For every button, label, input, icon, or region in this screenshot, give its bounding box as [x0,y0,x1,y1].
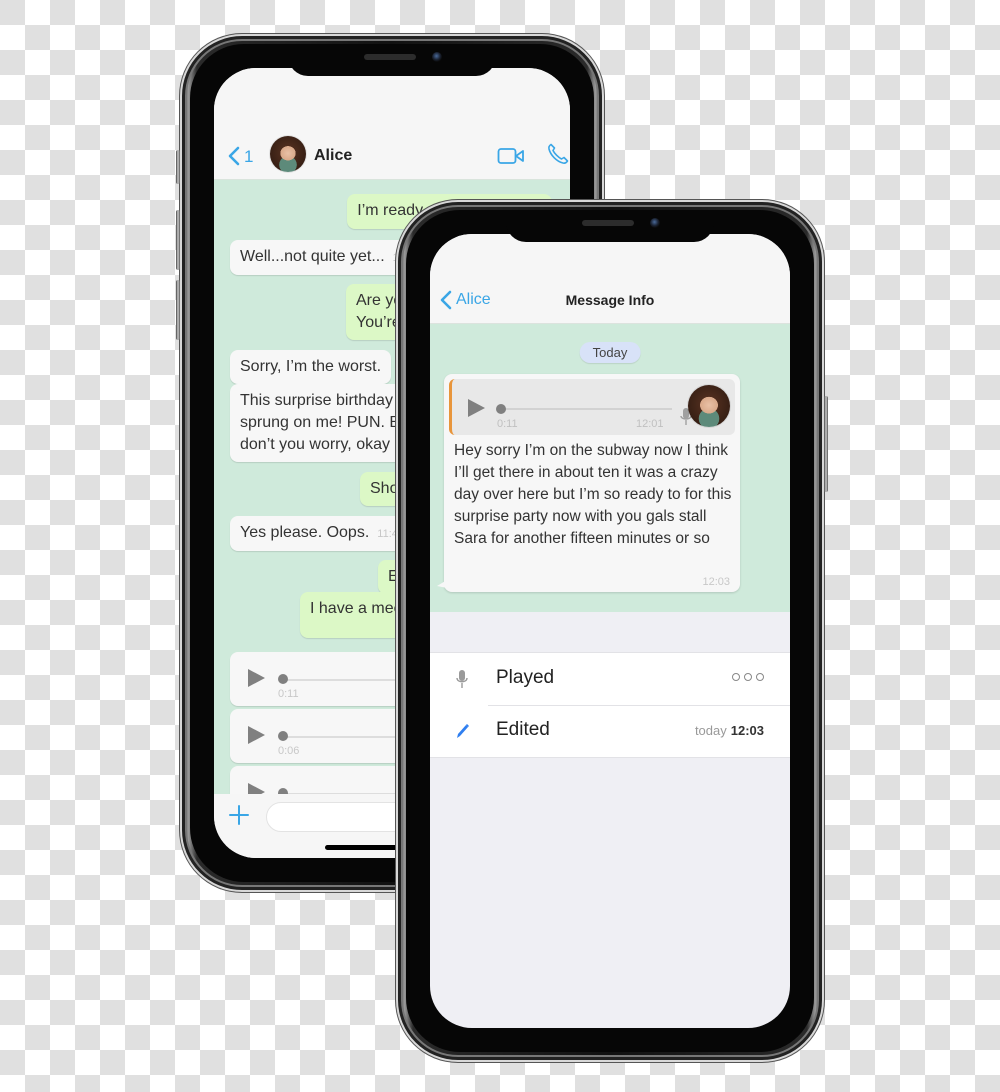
microphone-icon [456,670,468,688]
voice-progress-knob[interactable] [278,674,288,684]
message-text: Yes please. Oops. [240,524,370,541]
phone-call-icon[interactable] [546,142,570,166]
mute-switch [176,150,180,184]
volume-down-button [176,280,180,340]
page-title: Message Info [565,292,655,308]
detail-row-edited[interactable]: Edited today 12:03 [430,705,790,757]
speaker-grille [364,54,416,60]
notch [506,210,714,242]
message-text: I have a mee [310,600,403,617]
plus-icon[interactable] [228,804,250,826]
message-bubble-incoming[interactable]: 0:11 12:01 Hey sorry I’m on the subway n… [437,374,740,592]
message-info-header: Alice Message Info [430,234,790,324]
voice-time: 12:01 [636,418,664,430]
message-info-screen: Alice Message Info Today 0:11 12:01 Hey … [430,234,790,1028]
message-bubble-incoming[interactable]: Sorry, I’m the worst. [230,350,392,384]
play-icon[interactable] [468,399,485,417]
voice-progress-track[interactable] [504,408,672,410]
video-call-icon[interactable] [497,146,525,166]
front-camera [650,218,660,228]
voice-duration: 0:11 [497,418,518,430]
message-time: 12:03 [702,576,730,588]
detail-label: Edited [496,719,550,740]
detail-row-played[interactable]: Played [430,653,790,705]
power-button [824,396,828,492]
contact-avatar[interactable] [270,136,306,172]
contact-name[interactable]: Alice [314,147,352,165]
chat-header: 1 Alice [214,68,570,180]
message-text: Hey sorry I’m on the subway now I think … [454,442,732,547]
pending-dots-icon [732,673,764,681]
front-camera [432,52,442,62]
pencil-icon [457,724,469,738]
detail-timestamp: today 12:03 [695,723,764,738]
play-icon[interactable] [248,726,265,744]
voice-progress-knob[interactable] [278,731,288,741]
sender-avatar [688,385,730,427]
quoted-voice-message[interactable]: 0:11 12:01 [449,379,735,435]
voice-progress-knob[interactable] [496,404,506,414]
detail-time: 12:03 [730,723,764,738]
message-time: 11:4 [377,528,398,540]
detail-day: today [694,723,727,738]
play-icon[interactable] [248,783,265,794]
volume-up-button [176,210,180,270]
message-details-list: Played Edited today 12:03 [430,652,790,758]
message-preview-area: Today 0:11 12:01 Hey sorry I’m on the su… [430,324,790,612]
detail-label: Played [496,667,555,688]
play-icon[interactable] [248,669,265,687]
notch [288,44,496,76]
phone-message-info-screen: Alice Message Info Today 0:11 12:01 Hey … [396,200,828,1062]
back-unread-count[interactable]: 1 [244,147,253,167]
voice-duration: 0:11 [278,688,299,700]
bezel: Alice Message Info Today 0:11 12:01 Hey … [406,210,814,1052]
message-text: Well...not quite yet... [240,248,385,265]
voice-duration: 0:06 [278,745,300,757]
message-bubble-incoming[interactable]: Well...not quite yet...10 [230,240,415,275]
message-text: Sorry, I’m the worst. [240,358,382,375]
back-chevron-icon[interactable] [228,146,240,166]
speaker-grille [582,220,634,226]
message-bubble-incoming[interactable]: Yes please. Oops. 11:4 [230,516,408,551]
date-badge: Today [579,342,641,363]
